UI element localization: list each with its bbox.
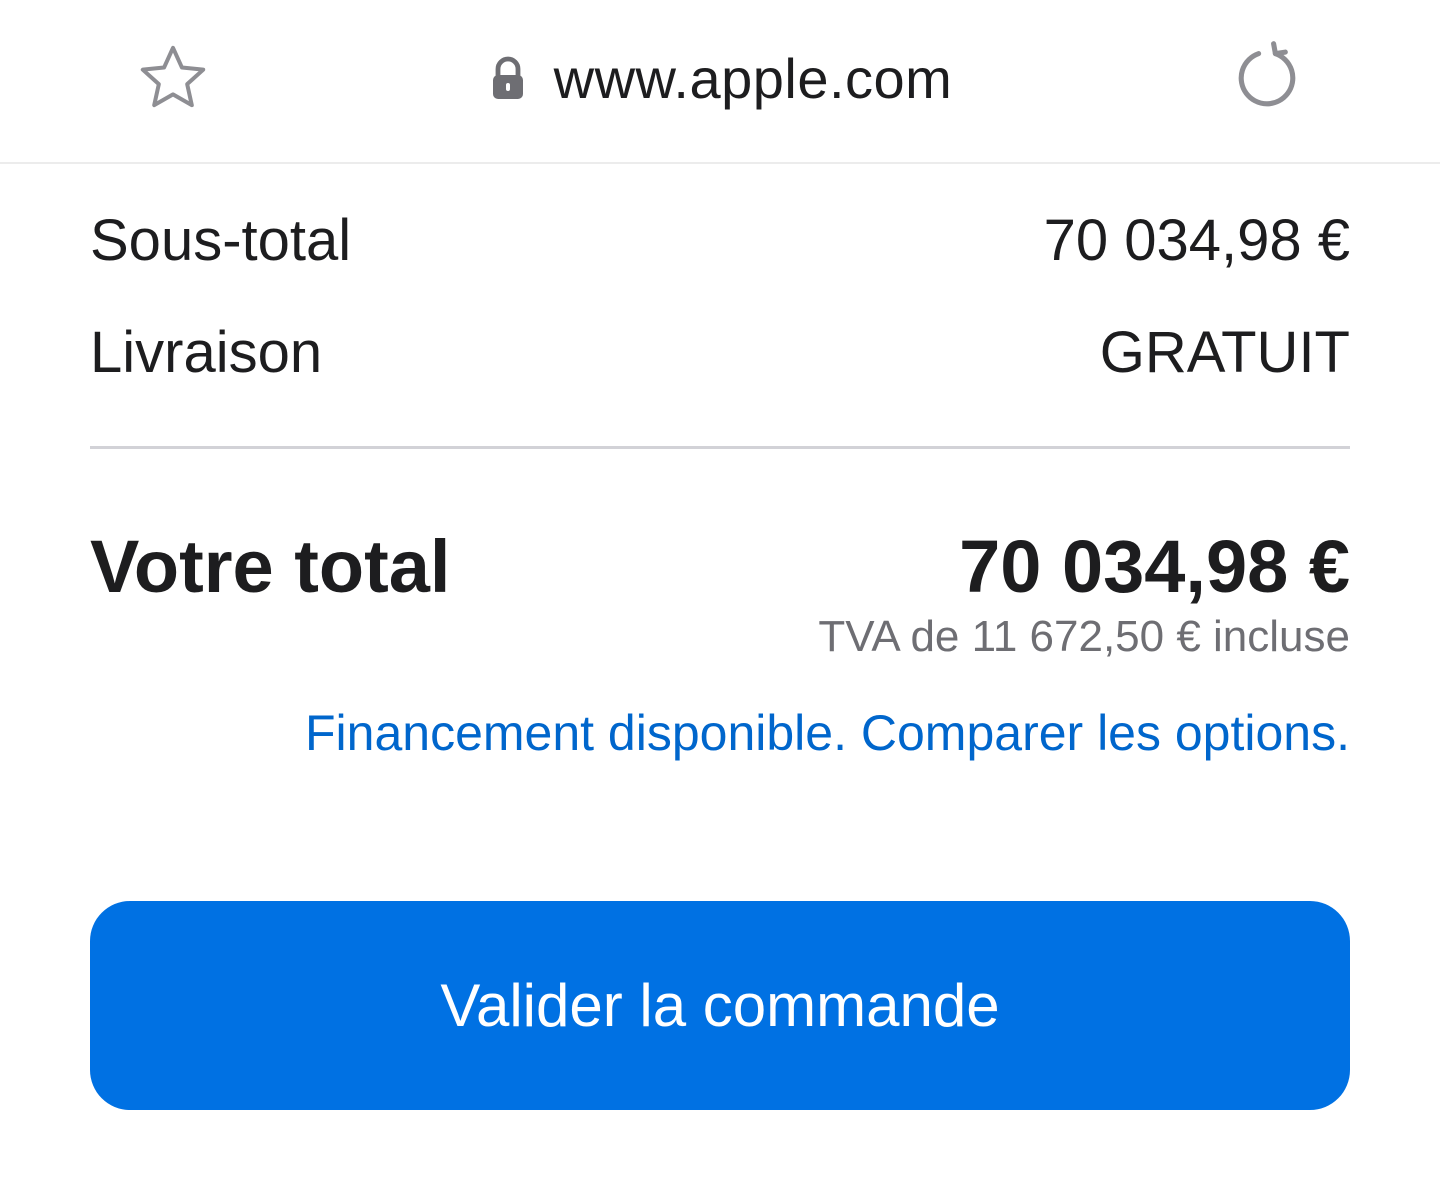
reload-icon xyxy=(1238,41,1296,107)
url-field[interactable]: www.apple.com xyxy=(440,30,1000,126)
reload-button[interactable] xyxy=(1224,34,1310,120)
checkout-button[interactable]: Valider la commande xyxy=(90,901,1350,1110)
shipping-value: GRATUIT xyxy=(1099,319,1350,385)
shipping-row: Livraison GRATUIT xyxy=(90,312,1350,392)
subtotal-label: Sous-total xyxy=(90,207,352,273)
financing-options-link[interactable]: Financement disponible. Comparer les opt… xyxy=(305,704,1350,762)
subtotal-row: Sous-total 70 034,98 € xyxy=(90,200,1350,280)
total-value: 70 034,98 € xyxy=(959,525,1350,608)
total-label: Votre total xyxy=(90,525,451,608)
star-outline-icon xyxy=(140,45,206,108)
summary-divider xyxy=(90,446,1350,449)
vat-note: TVA de 11 672,50 € incluse xyxy=(818,612,1350,661)
browser-address-bar: www.apple.com xyxy=(0,0,1440,164)
lock-icon xyxy=(488,52,528,104)
subtotal-value: 70 034,98 € xyxy=(1043,207,1350,273)
shipping-label: Livraison xyxy=(90,319,323,385)
bookmark-button[interactable] xyxy=(130,38,216,118)
url-text: www.apple.com xyxy=(553,46,953,110)
